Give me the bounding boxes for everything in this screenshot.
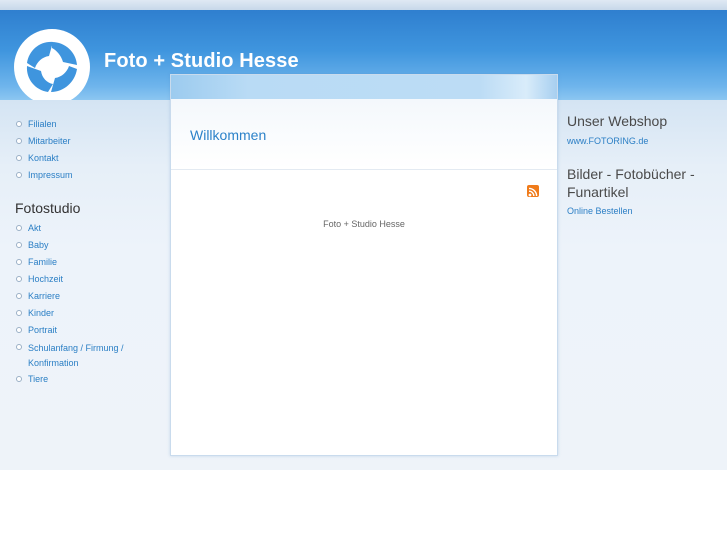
nav-item-karriere[interactable]: Karriere bbox=[15, 290, 148, 307]
left-sidebar: Filialen Mitarbeiter Kontakt Impressum F… bbox=[15, 118, 148, 390]
fotostudio-nav: Akt Baby Familie Hochzeit Karriere Kinde… bbox=[15, 222, 148, 390]
nav-item-kinder[interactable]: Kinder bbox=[15, 307, 148, 324]
aperture-logo-icon[interactable] bbox=[13, 28, 91, 106]
main-nav: Filialen Mitarbeiter Kontakt Impressum bbox=[15, 118, 148, 186]
nav-item-kontakt[interactable]: Kontakt bbox=[15, 152, 148, 169]
content-text: Foto + Studio Hesse bbox=[323, 219, 405, 229]
webshop-heading: Unser Webshop bbox=[567, 113, 668, 129]
content-panel: Willkommen Foto + Studio Hesse bbox=[170, 74, 558, 456]
content-panel-header bbox=[171, 75, 557, 99]
nav-item-baby[interactable]: Baby bbox=[15, 239, 148, 256]
nav-item-filialen[interactable]: Filialen bbox=[15, 118, 148, 135]
nav-item-tiere[interactable]: Tiere bbox=[15, 373, 148, 390]
nav-item-familie[interactable]: Familie bbox=[15, 256, 148, 273]
top-strip bbox=[0, 0, 727, 10]
bilder-heading: Bilder - Fotobücher - Funartikel bbox=[567, 166, 695, 200]
nav-item-akt[interactable]: Akt bbox=[15, 222, 148, 239]
nav-item-portrait[interactable]: Portrait bbox=[15, 324, 148, 341]
fotostudio-heading: Fotostudio bbox=[15, 200, 81, 216]
rss-icon[interactable] bbox=[527, 185, 539, 197]
page-title: Willkommen bbox=[190, 127, 267, 143]
right-sidebar: Unser Webshop www.FOTORING.de Bilder - F… bbox=[567, 112, 717, 216]
fotoring-link[interactable]: www.FOTORING.de bbox=[567, 136, 717, 146]
nav-item-mitarbeiter[interactable]: Mitarbeiter bbox=[15, 135, 148, 152]
nav-item-hochzeit[interactable]: Hochzeit bbox=[15, 273, 148, 290]
nav-item-schulanfang[interactable]: Schulanfang / Firmung / Konfirmation bbox=[15, 341, 148, 373]
online-bestellen-link[interactable]: Online Bestellen bbox=[567, 206, 717, 216]
nav-item-impressum[interactable]: Impressum bbox=[15, 169, 148, 186]
site-title[interactable]: Foto + Studio Hesse bbox=[104, 50, 299, 73]
